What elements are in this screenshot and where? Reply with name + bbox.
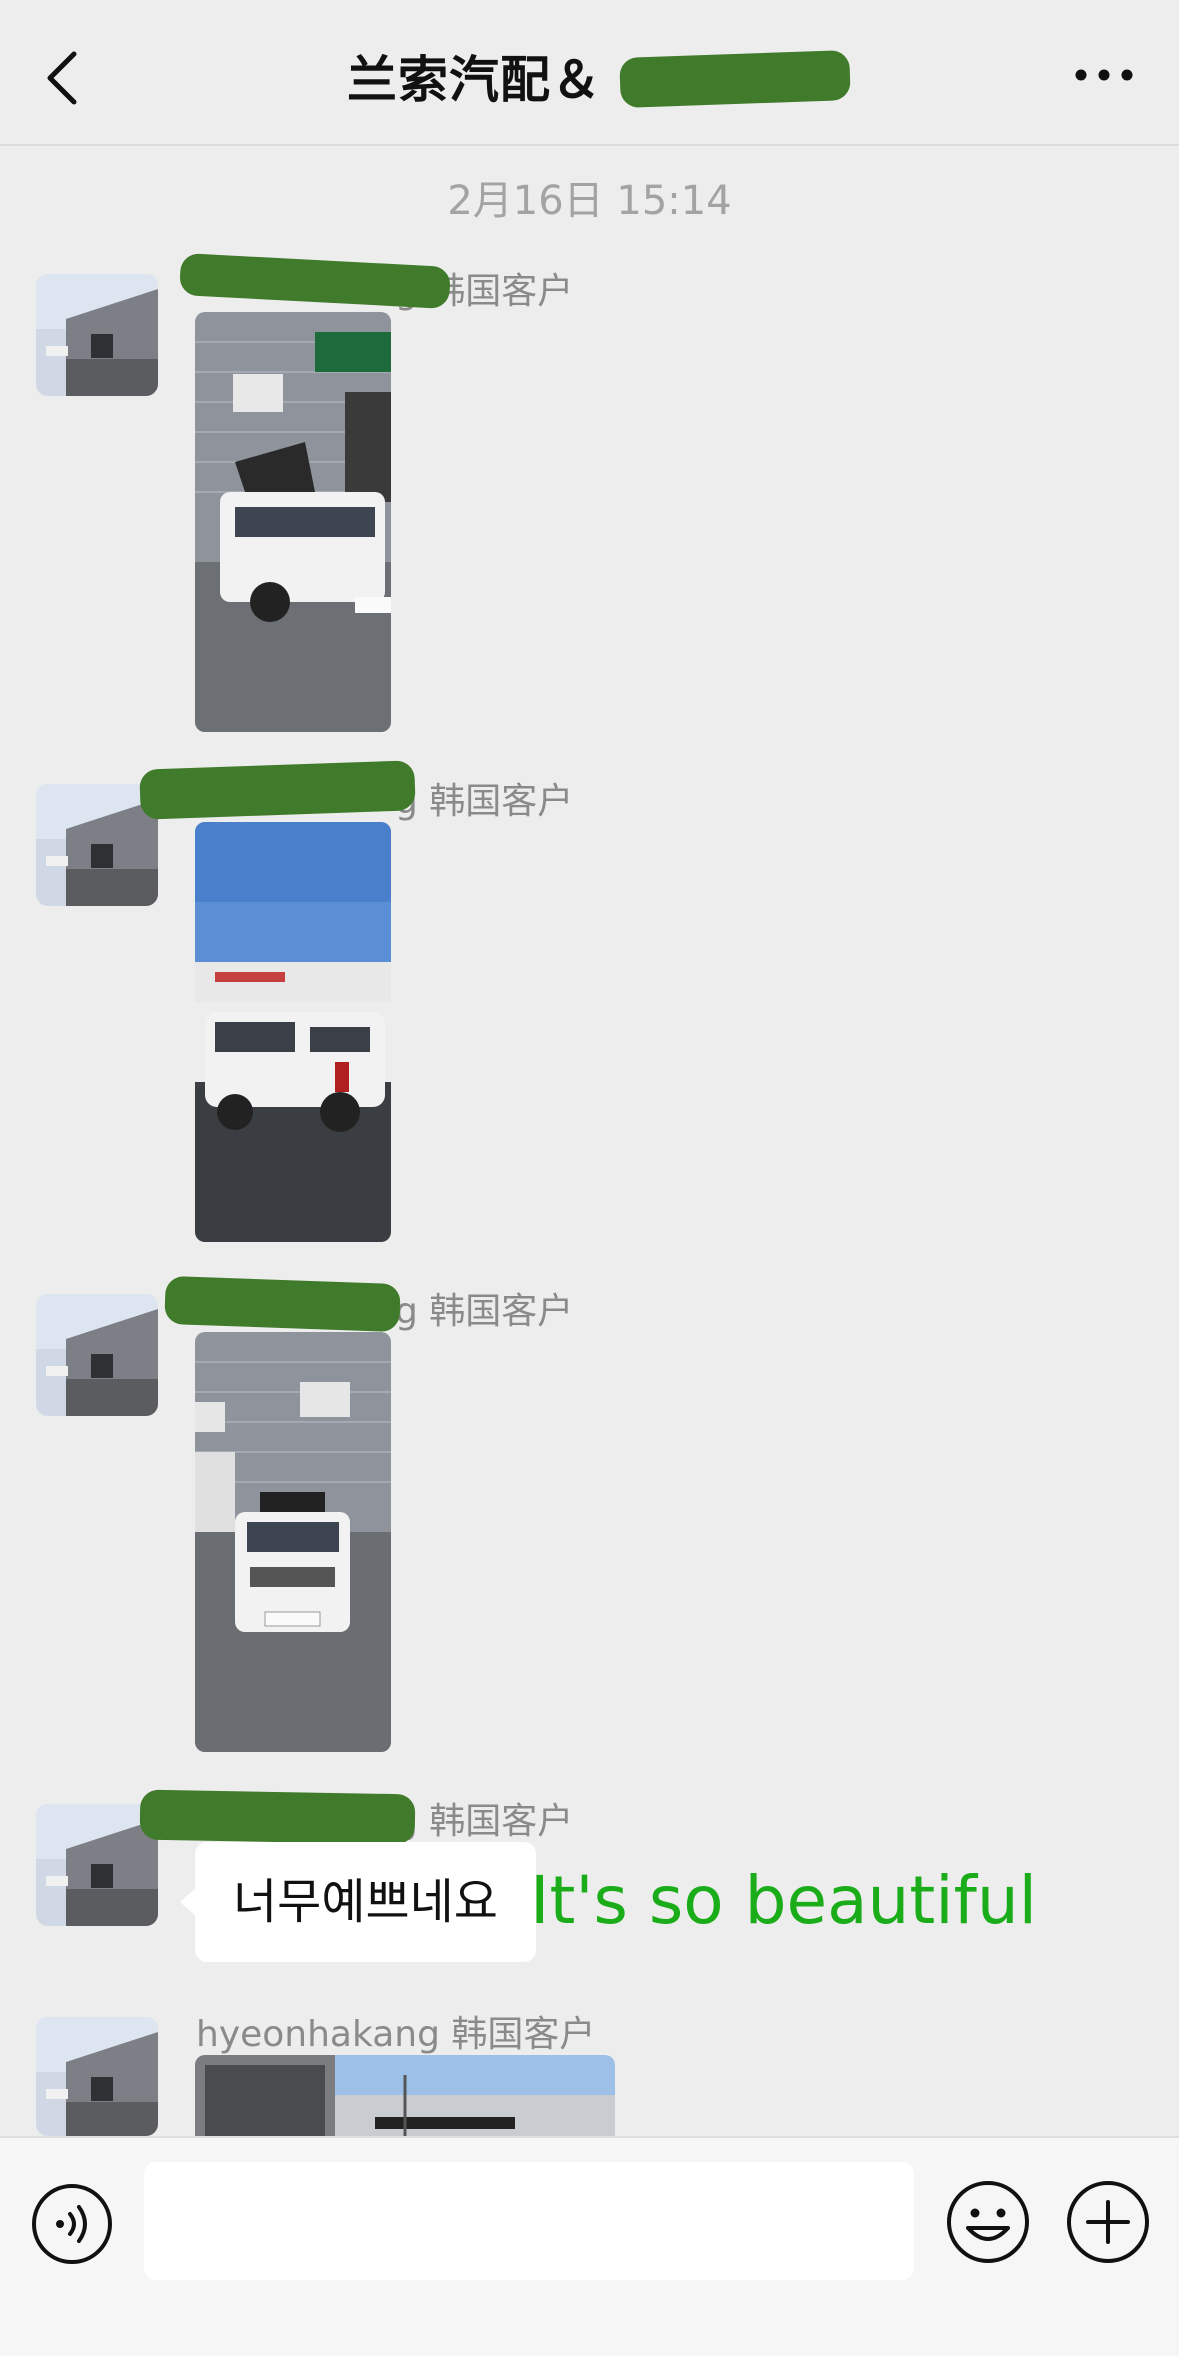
voice-input-button[interactable] <box>30 2182 114 2266</box>
emoji-button[interactable] <box>944 2178 1032 2266</box>
emoji-icon <box>947 2181 1029 2263</box>
avatar[interactable] <box>36 2017 158 2136</box>
plus-icon <box>1067 2181 1149 2263</box>
image-message[interactable] <box>195 312 391 732</box>
message-input[interactable] <box>144 2162 914 2280</box>
redaction-mark <box>139 1789 416 1845</box>
image-message[interactable] <box>195 1332 391 1752</box>
suv-front-photo-image <box>195 1332 391 1752</box>
redaction-mark <box>164 1275 401 1333</box>
message-text: 너무예쁘네요 <box>233 1874 498 1930</box>
redaction-mark <box>139 760 416 820</box>
redaction-mark <box>619 50 851 108</box>
sender-name: g 韩国客户 <box>395 1291 574 1332</box>
sender-name: hyeonhakang 韩国客户 <box>196 2014 596 2055</box>
image-message[interactable] <box>195 822 391 1242</box>
suv-photo-image <box>195 312 391 732</box>
more-options-button[interactable] <box>1069 50 1139 100</box>
bubble-tail <box>180 1888 196 1916</box>
translation-text: It's so beautiful <box>530 1862 1037 1939</box>
chat-title-text: 兰索汽配＆ <box>347 51 602 109</box>
more-horizontal-icon <box>1075 69 1133 81</box>
text-message-bubble[interactable]: 너무예쁘네요 <box>195 1842 536 1962</box>
message-timestamp: 2月16日 15:14 <box>447 178 732 224</box>
voice-icon <box>32 2184 112 2264</box>
chat-input-bar <box>0 2136 1179 2356</box>
sender-name: g 韩国客户 <box>395 1801 574 1842</box>
suv-rear-photo-image <box>195 822 391 1242</box>
suv-outdoor-photo-image <box>195 2055 615 2136</box>
chat-header: 兰索汽配＆ <box>0 0 1179 146</box>
avatar[interactable] <box>36 1294 158 1416</box>
sender-name: g 韩国客户 <box>395 781 574 822</box>
more-functions-button[interactable] <box>1064 2178 1152 2266</box>
image-message[interactable] <box>195 2055 615 2136</box>
chat-title: 兰索汽配＆ <box>0 40 1179 112</box>
avatar[interactable] <box>36 274 158 396</box>
